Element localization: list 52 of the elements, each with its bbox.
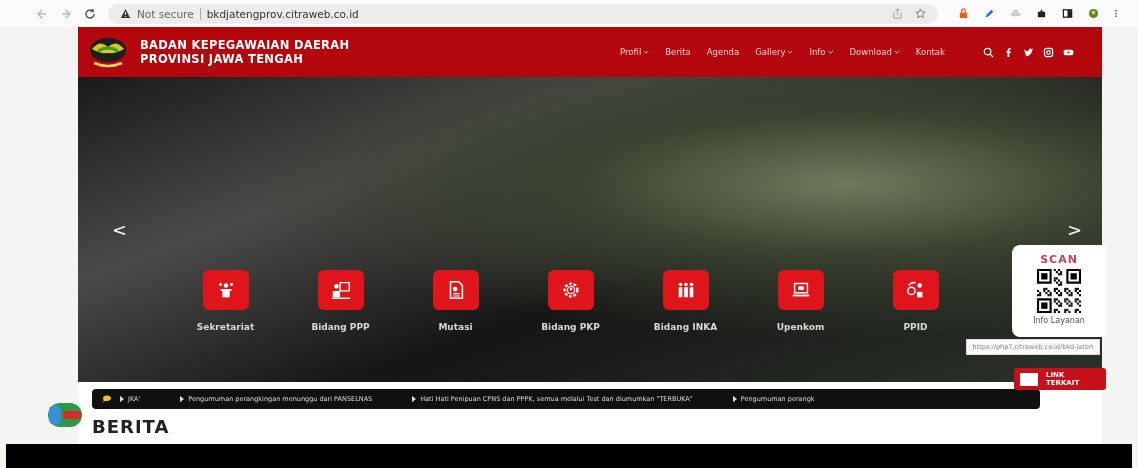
site-title: PROVINSI JAWA TENGAH — [140, 52, 305, 66]
pen-icon[interactable] — [984, 8, 995, 19]
service-tile-button[interactable] — [202, 270, 249, 310]
sidebar-icon[interactable] — [1062, 8, 1073, 19]
reload-icon[interactable] — [84, 7, 96, 20]
service-tile-button[interactable] — [892, 270, 939, 310]
window-icon — [1020, 372, 1038, 386]
service-label[interactable]: Bidang INKA — [653, 322, 718, 332]
qr-code-icon[interactable] — [1037, 269, 1081, 313]
scan-caption: Info Layanan — [1033, 316, 1085, 325]
security-label: Not secure — [137, 7, 194, 20]
service-label[interactable]: PPID — [903, 322, 928, 332]
service-tile-button[interactable] — [317, 270, 364, 310]
site-title: BADAN KEPEGAWAIAN DAERAH — [140, 38, 350, 52]
service-tile-button[interactable] — [777, 270, 824, 310]
nav-link[interactable]: Agenda — [706, 47, 740, 57]
service-label[interactable]: Mutasi — [438, 322, 473, 332]
service-label[interactable]: Bidang PPP — [311, 322, 370, 332]
news-heading: BERITA — [92, 417, 171, 437]
lock-icon[interactable] — [958, 8, 969, 19]
emblem-logo-icon[interactable] — [88, 35, 128, 69]
url-text: bkdjatengprov.citraweb.co.id — [206, 7, 359, 20]
twitter-icon[interactable] — [1023, 46, 1034, 58]
nav-link[interactable]: Download — [849, 47, 900, 57]
presentation-icon — [329, 279, 352, 301]
nav-link[interactable]: Profil — [620, 47, 650, 57]
nav-link[interactable]: Kontak — [915, 47, 945, 57]
instagram-icon[interactable] — [1043, 46, 1054, 58]
bullet-icon — [180, 396, 185, 402]
facebook-icon[interactable] — [1003, 46, 1014, 58]
bullet-icon — [120, 396, 124, 402]
service-tile-button[interactable] — [432, 270, 479, 310]
service-label[interactable]: Bidang PKP — [541, 322, 600, 332]
bullet-icon — [732, 396, 737, 402]
service-label[interactable]: Upenkom — [776, 322, 825, 332]
service-label[interactable]: Sekretariat — [196, 322, 255, 332]
star-icon[interactable] — [915, 8, 926, 19]
nav-link[interactable]: Berita — [665, 47, 691, 57]
warning-icon — [120, 8, 131, 19]
service-tile-button[interactable] — [547, 270, 594, 310]
next-slide-button[interactable]: > — [1060, 217, 1088, 242]
bullet-icon — [412, 396, 417, 402]
avatar-icon[interactable] — [1088, 8, 1099, 19]
previous-slide-button[interactable]: < — [106, 217, 134, 242]
chat-icon — [102, 395, 112, 403]
more-icon[interactable] — [1114, 8, 1118, 19]
address-bar[interactable]: Not secure bkdjatengprov.citraweb.co.id — [108, 3, 938, 24]
service-tile-button[interactable] — [662, 270, 709, 310]
nav-link[interactable]: Gallery — [755, 47, 794, 57]
scan-title: SCAN — [1040, 253, 1078, 266]
search-icon[interactable] — [983, 46, 994, 58]
nav-link[interactable]: Info — [809, 47, 834, 57]
